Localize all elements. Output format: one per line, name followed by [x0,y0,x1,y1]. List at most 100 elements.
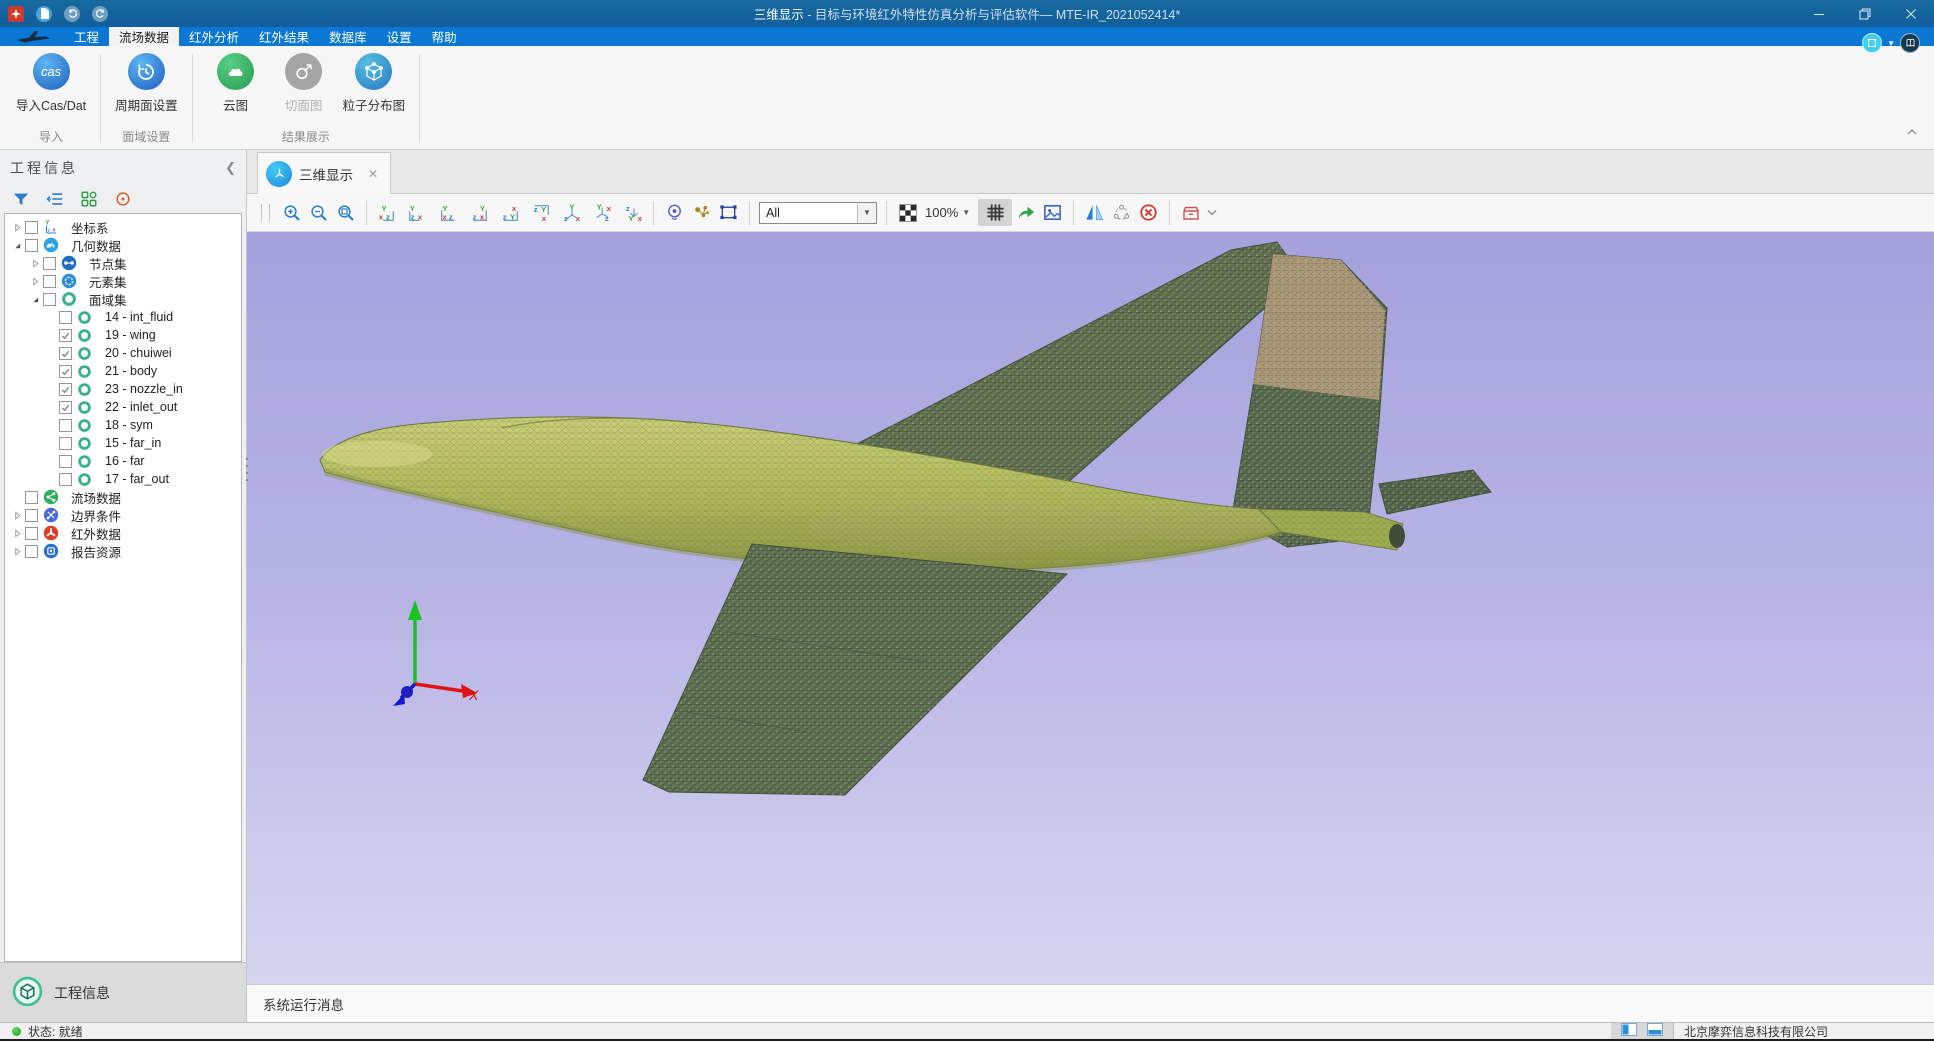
tree-checkbox[interactable] [25,239,38,252]
cloud-map-button[interactable]: 云图 [203,53,269,114]
outline-list-icon[interactable] [43,188,67,210]
tree-item--[interactable]: 报告资源 [5,542,241,560]
tree-item-18-sym[interactable]: 18 - sym [5,416,241,434]
tree-checkbox[interactable] [59,347,72,360]
redo-icon[interactable] [92,6,108,22]
particle-distribution-button[interactable]: 粒子分布图 [339,53,410,114]
tree-checkbox[interactable] [43,275,56,288]
view-front-icon[interactable]: xzY [374,199,398,226]
menu-tab-3[interactable]: 红外结果 [249,27,319,46]
tree-item--[interactable]: 几何数据 [5,236,241,254]
tree-expander-icon[interactable] [11,545,23,557]
tree-expander-icon[interactable] [29,293,41,305]
app-logo-icon[interactable] [8,6,24,22]
tree-checkbox[interactable] [59,473,72,486]
export-arrow-icon[interactable] [1012,199,1039,226]
view-isometric-icon[interactable]: Yzx [560,199,584,226]
tree-item-16-far[interactable]: 16 - far [5,452,241,470]
tree-item-22-inlet_out[interactable]: 22 - inlet_out [5,398,241,416]
viewport-3d[interactable]: X [247,232,1934,984]
import-cas-dat-button[interactable]: cas 导入Cas/Dat [12,53,90,114]
tree-item-19-wing[interactable]: 19 - wing [5,326,241,344]
tree-expander-icon[interactable] [11,239,23,251]
tree-checkbox[interactable] [59,365,72,378]
chevron-down-icon[interactable]: ▼ [857,203,876,223]
system-message-panel[interactable]: 系统运行消息 [247,984,1934,1022]
display-filter-select[interactable]: All ▼ [759,202,877,224]
view-back-icon[interactable]: zxY [405,199,429,226]
grid-view-icon[interactable] [77,188,101,210]
ribbon-collapse-icon[interactable] [1906,123,1918,141]
style-switch-caret-icon[interactable]: ▼ [1887,39,1895,48]
tree-checkbox[interactable] [25,545,38,558]
view-bottom-icon[interactable]: zYx [529,199,553,226]
view-right-icon[interactable]: zxY [467,199,491,226]
delete-icon[interactable] [1135,199,1162,226]
filter-icon[interactable] [9,188,33,210]
mirror-icon[interactable] [1081,199,1108,226]
close-button[interactable] [1888,0,1934,27]
zoom-level-control[interactable]: 100% ▼ [925,205,970,220]
menu-tab-0[interactable]: 工程 [64,27,109,46]
tree-checkbox[interactable] [59,311,72,324]
zoom-out-icon[interactable] [305,199,332,226]
tree-item-14-int_fluid[interactable]: 14 - int_fluid [5,308,241,326]
undo-icon[interactable] [64,6,80,22]
tree-checkbox[interactable] [25,491,38,504]
tree-checkbox[interactable] [59,455,72,468]
panel-collapse-icon[interactable]: ❮ [225,160,236,176]
tree-checkbox[interactable] [25,509,38,522]
view-trimetric-icon[interactable]: zxY [622,199,646,226]
view-left-icon[interactable]: xzY [436,199,460,226]
tree-expander-icon[interactable] [29,275,41,287]
tab-close-icon[interactable]: ✕ [368,167,378,181]
menu-tab-1[interactable]: 流场数据 [109,27,179,46]
tree-checkbox[interactable] [59,383,72,396]
section-plane-button[interactable]: 切面图 [271,53,337,114]
menu-tab-2[interactable]: 红外分析 [179,27,249,46]
layout-bottom-panel-icon[interactable] [1647,1023,1663,1039]
periodic-face-button[interactable]: 周期面设置 [111,53,182,114]
restore-button[interactable] [1842,0,1888,27]
tree-checkbox[interactable] [59,401,72,414]
tree-item--[interactable]: 面域集 [5,290,241,308]
view-dimetric-icon[interactable]: Yxz [591,199,615,226]
style-switch-icon[interactable] [1862,33,1882,53]
target-icon[interactable] [111,188,135,210]
menu-tab-5[interactable]: 设置 [377,27,422,46]
tree-expander-icon[interactable] [11,509,23,521]
tree-item--[interactable]: 节点集 [5,254,241,272]
tree-expander-icon[interactable] [11,221,23,233]
tab-3d-view[interactable]: 三维显示 ✕ [257,152,391,194]
toolbar-drag-handle[interactable] [261,204,270,222]
tree-checkbox[interactable] [43,293,56,306]
panel-splitter[interactable] [243,458,250,481]
tree-item-20-chuiwei[interactable]: 20 - chuiwei [5,344,241,362]
zoom-fit-icon[interactable] [332,199,359,226]
tree-item--[interactable]: Yzx坐标系 [5,218,241,236]
minimize-button[interactable] [1796,0,1842,27]
tree-checkbox[interactable] [59,437,72,450]
zoom-in-icon[interactable] [278,199,305,226]
transparency-icon[interactable] [894,199,921,226]
chevron-down-icon[interactable] [1204,199,1220,226]
tree-expander-icon[interactable] [11,527,23,539]
select-region-icon[interactable] [715,199,742,226]
tree-checkbox[interactable] [25,221,38,234]
tree-item--[interactable]: 边界条件 [5,506,241,524]
tree-checkbox[interactable] [25,527,38,540]
menu-tab-6[interactable]: 帮助 [422,27,467,46]
probe-icon[interactable] [661,199,688,226]
tree-checkbox[interactable] [43,257,56,270]
tree-checkbox[interactable] [59,329,72,342]
particles-icon[interactable] [688,199,715,226]
tree-item-21-body[interactable]: 21 - body [5,362,241,380]
tree-checkbox[interactable] [59,419,72,432]
layout-left-panel-icon[interactable] [1621,1023,1637,1039]
tree-item-17-far_out[interactable]: 17 - far_out [5,470,241,488]
view-top-icon[interactable]: zYx [498,199,522,226]
tree-expander-icon[interactable] [29,257,41,269]
help-manual-icon[interactable] [1900,33,1920,53]
package-icon[interactable] [1177,199,1204,226]
menu-tab-4[interactable]: 数据库 [319,27,377,46]
